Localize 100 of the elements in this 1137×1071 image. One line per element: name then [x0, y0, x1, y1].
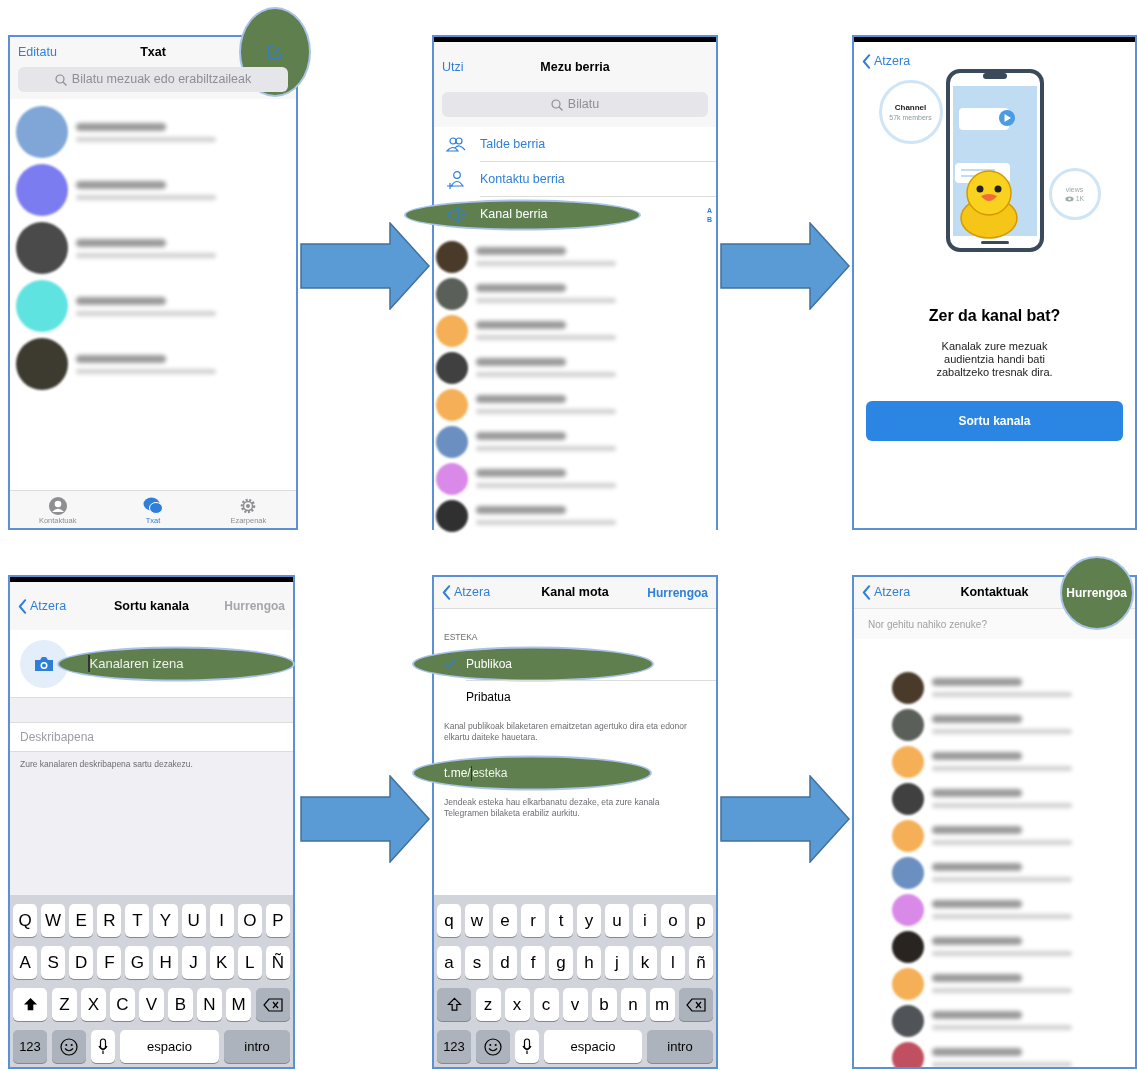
text-button[interactable]: Editatu [18, 42, 57, 62]
keyboard-key[interactable]: X [81, 988, 106, 1021]
keyboard-key[interactable]: B [168, 988, 193, 1021]
keyboard-key[interactable]: v [562, 988, 588, 1021]
keyboard-key[interactable]: f [521, 946, 545, 979]
keyboard-key[interactable]: u [605, 904, 629, 937]
keyboard-key[interactable]: i [633, 904, 657, 937]
emoji-key[interactable] [52, 1030, 86, 1063]
radio-option[interactable]: Publikoa [466, 647, 716, 681]
space-key[interactable]: espacio [120, 1030, 219, 1063]
camera-icon [34, 655, 54, 672]
keyboard-key[interactable]: d [493, 946, 517, 979]
keyboard-key[interactable]: k [633, 946, 657, 979]
keyboard-key[interactable]: A [13, 946, 38, 979]
keyboard-key[interactable]: a [437, 946, 461, 979]
menu-item[interactable]: Kanal berria [480, 197, 693, 232]
keyboard-key[interactable]: l [661, 946, 685, 979]
keyboard-key[interactable]: x [504, 988, 530, 1021]
keyboard-key[interactable]: V [139, 988, 164, 1021]
keyboard-key[interactable]: N [197, 988, 222, 1021]
keyboard-key[interactable]: P [265, 904, 290, 937]
shift-arrow-icon [446, 997, 462, 1012]
keyboard-key[interactable]: n [620, 988, 646, 1021]
keyboard-key[interactable]: ñ [689, 946, 713, 979]
back-button[interactable]: Atzera [442, 583, 491, 602]
keyboard-key[interactable]: I [209, 904, 234, 937]
return-key[interactable]: intro [647, 1030, 713, 1063]
person-icon [47, 496, 68, 516]
keyboard-key[interactable]: Y [153, 904, 178, 937]
chat-bubbles-icon [143, 496, 163, 516]
screen-title: Kontaktuak [960, 584, 1029, 602]
next-button[interactable]: Hurrengoa [1066, 583, 1127, 602]
menu-item[interactable]: Kontaktu berria [480, 162, 716, 197]
chevron-left-icon [862, 53, 871, 69]
keyboard-key[interactable]: Z [52, 988, 77, 1021]
menu-item[interactable]: Talde berria [480, 127, 716, 162]
back-button[interactable]: Atzera [862, 583, 911, 602]
link-input[interactable]: esteka [472, 764, 706, 783]
keyboard-key[interactable]: C [110, 988, 135, 1021]
search-input[interactable]: Nor gehitu nahiko zenuke? [868, 616, 1038, 632]
keyboard-key[interactable]: Ñ [265, 946, 290, 979]
keyboard-key[interactable]: U [181, 904, 206, 937]
keyboard-key[interactable]: y [577, 904, 601, 937]
keyboard-key[interactable]: e [493, 904, 517, 937]
space-key[interactable]: espacio [544, 1030, 642, 1063]
emoji-key[interactable] [476, 1030, 510, 1063]
radio-option[interactable]: Pribatua [466, 680, 716, 714]
keyboard-key[interactable]: K [209, 946, 234, 979]
keyboard-key[interactable]: H [153, 946, 178, 979]
keyboard-key[interactable]: w [465, 904, 489, 937]
back-button[interactable]: Atzera [862, 51, 911, 71]
search-icon [54, 73, 67, 86]
description-field[interactable]: Deskribapena [10, 722, 293, 752]
keyboard-key[interactable]: g [549, 946, 573, 979]
keyboard-key[interactable]: o [661, 904, 685, 937]
text-button[interactable]: Utzi [442, 57, 464, 77]
keyboard-key[interactable]: E [69, 904, 94, 937]
keyboard-key[interactable]: Q [13, 904, 38, 937]
dictation-key[interactable] [91, 1030, 115, 1063]
keyboard-key[interactable]: S [41, 946, 66, 979]
keyboard-key[interactable]: z [475, 988, 501, 1021]
screen-title: Txat [140, 43, 166, 61]
keyboard-key[interactable]: s [465, 946, 489, 979]
keyboard-key[interactable]: h [577, 946, 601, 979]
keyboard-key[interactable]: G [125, 946, 150, 979]
keyboard-key[interactable]: L [237, 946, 262, 979]
keyboard-key[interactable]: b [591, 988, 617, 1021]
keyboard-key[interactable]: j [605, 946, 629, 979]
keyboard-key[interactable]: m [649, 988, 675, 1021]
keyboard-key[interactable]: J [181, 946, 206, 979]
eye-icon [1064, 195, 1074, 202]
numbers-key[interactable]: 123 [13, 1030, 47, 1063]
bubble-title: Channel [894, 102, 927, 113]
numbers-key[interactable]: 123 [437, 1030, 471, 1063]
keyboard-key[interactable]: D [69, 946, 94, 979]
smiley-icon [60, 1037, 78, 1056]
keyboard-key[interactable]: F [97, 946, 122, 979]
back-button[interactable]: Atzera [18, 596, 67, 616]
shift-key[interactable] [13, 988, 47, 1021]
keyboard-key[interactable]: q [437, 904, 461, 937]
return-key[interactable]: intro [224, 1030, 290, 1063]
keyboard-key[interactable]: O [237, 904, 262, 937]
keyboard-key[interactable]: t [549, 904, 573, 937]
dictation-key[interactable] [515, 1030, 539, 1063]
keyboard-key[interactable]: R [97, 904, 122, 937]
delete-key[interactable] [256, 988, 290, 1021]
create-channel-button[interactable]: Sortu kanala [866, 401, 1123, 441]
description-input[interactable]: Deskribapena [20, 728, 283, 746]
keyboard-key[interactable]: M [226, 988, 251, 1021]
delete-key[interactable] [679, 988, 713, 1021]
keyboard-key[interactable]: c [533, 988, 559, 1021]
keyboard-key[interactable]: p [689, 904, 713, 937]
hint-text: Zure kanalaren deskribapena sartu dezakezu. [19, 758, 194, 771]
next-button[interactable]: Hurrengoa [647, 583, 708, 602]
link-prefix: t.me/ [444, 765, 471, 783]
shift-arrow-icon [22, 997, 38, 1012]
keyboard-key[interactable]: T [125, 904, 150, 937]
keyboard-key[interactable]: W [41, 904, 66, 937]
shift-key[interactable] [437, 988, 471, 1021]
keyboard-key[interactable]: r [521, 904, 545, 937]
